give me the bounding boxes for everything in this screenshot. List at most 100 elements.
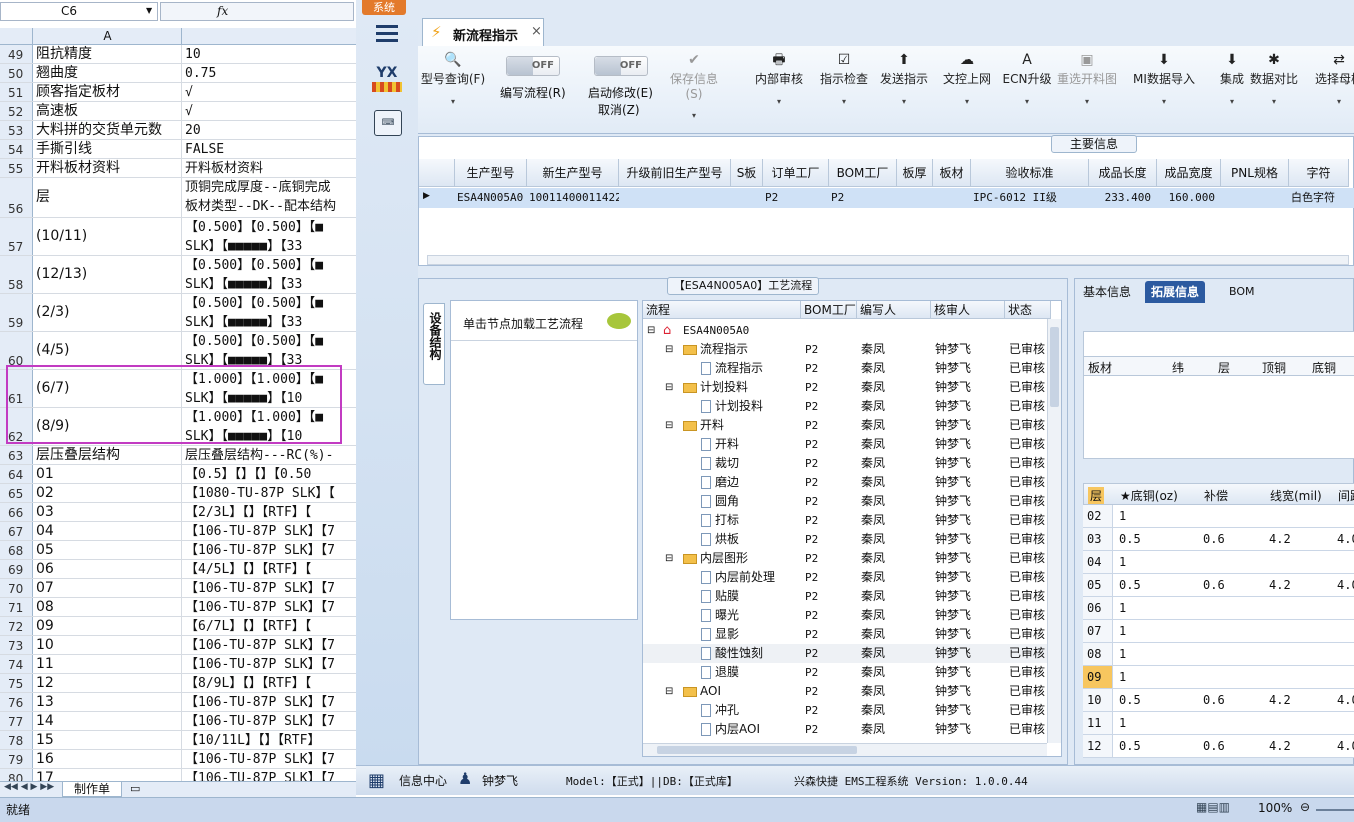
tree-row[interactable]: 裁切 P2 秦凤 钟梦飞 已审核 [643,454,1047,473]
tree-row[interactable]: 显影 P2 秦凤 钟梦飞 已审核 [643,625,1047,644]
cell-b[interactable]: 【4/5L】【】【RTF】【 [183,560,355,578]
material-header-cell[interactable]: 纬 [1172,359,1184,376]
tree-row[interactable]: ⊟ 开料 P2 秦凤 钟梦飞 已审核 [643,416,1047,435]
grid-cell[interactable]: ESA4N005A0 [457,188,527,208]
grid-cell[interactable]: 233.400 [1091,188,1157,208]
tree-row[interactable]: 曝光 P2 秦凤 钟梦飞 已审核 [643,606,1047,625]
grid-header-cell[interactable]: 板材 [933,159,971,187]
cell-a[interactable]: 13 [34,693,182,711]
side-vtab-structure[interactable]: 设备结构 [423,303,445,385]
info-center-link[interactable]: 信息中心 [399,772,447,789]
grid-header-cell[interactable]: 升级前旧生产型号 [619,159,731,187]
material-grid[interactable]: 板材 纬 层 顶铜 底铜 [1083,331,1354,459]
cell-b[interactable]: 【106-TU-87P SLK】【7 [183,769,355,781]
view-buttons-icon[interactable]: ▦▤▥ [1196,800,1230,814]
tree-row[interactable]: 打标 P2 秦凤 钟梦飞 已审核 [643,511,1047,530]
row-number[interactable]: 75 [0,674,33,692]
row-number[interactable]: 65 [0,484,33,502]
cell-a[interactable]: 阻抗精度 [34,45,182,63]
row-number[interactable]: 76 [0,693,33,711]
row-number[interactable]: 57 [0,218,33,255]
row-number[interactable]: 54 [0,140,33,158]
tree-header-cell[interactable]: 状态 [1005,301,1051,319]
tree-row[interactable]: ⊟ 内层图形 P2 秦凤 钟梦飞 已审核 [643,549,1047,568]
layer-header-cell[interactable]: 层 [1088,487,1105,504]
dropdown-arrow-icon[interactable]: ▾ [813,97,875,106]
cloud-upload-button[interactable]: ☁ 文控上网 ▾ [936,46,998,116]
layer-row[interactable]: 04 1 [1083,551,1354,574]
grid-cell[interactable] [733,188,763,208]
layer-header-cell[interactable]: 线宽(mil) [1270,487,1322,504]
layer-row[interactable]: 02 1 [1083,505,1354,528]
grid-header-cell[interactable]: PNL规格 [1221,159,1289,187]
tree-row[interactable]: 贴膜 P2 秦凤 钟梦飞 已审核 [643,587,1047,606]
grid-header-cell[interactable]: 成品长度 [1089,159,1157,187]
cell-a[interactable]: 高速板 [34,102,182,120]
cell-a[interactable]: 16 [34,750,182,768]
cell-a[interactable]: 17 [34,769,182,781]
column-header-a[interactable]: A [34,28,182,45]
cell-b[interactable]: 【106-TU-87P SLK】【7 [183,750,355,768]
printer-button[interactable]: 🖶 内部审核 ▾ [748,46,810,116]
cell-a[interactable]: (2/3) [34,294,182,331]
row-number[interactable]: 74 [0,655,33,673]
tree-header-cell[interactable]: 编写人 [857,301,931,319]
row-number[interactable]: 66 [0,503,33,521]
layer-row[interactable]: 06 1 [1083,597,1354,620]
layer-header-cell[interactable]: 补偿 [1204,487,1228,504]
download-button[interactable]: ⬇ MI数据导入 ▾ [1128,46,1200,116]
cell-a[interactable]: (12/13) [34,256,182,293]
tree-row[interactable]: 圆角 P2 秦凤 钟梦飞 已审核 [643,492,1047,511]
row-number[interactable]: 64 [0,465,33,483]
grid-cell[interactable]: P2 [831,188,897,208]
tree-row[interactable]: 计划投料 P2 秦凤 钟梦飞 已审核 [643,397,1047,416]
tree-row[interactable]: ⊟ 流程指示 P2 秦凤 钟梦飞 已审核 [643,340,1047,359]
collapse-icon[interactable]: ⊟ [665,682,673,701]
calculator-icon[interactable]: ⌨ [374,110,402,136]
grid-cell[interactable] [621,188,731,208]
grid-header-cell[interactable]: 字符 [1289,159,1349,187]
dropdown-arrow-icon[interactable]: ▾ [996,97,1058,106]
row-number[interactable]: 79 [0,750,33,768]
grid-cell[interactable]: P2 [765,188,829,208]
fx-icon[interactable]: fx [217,4,228,18]
cell-b[interactable]: 【106-TU-87P SLK】【7 [183,693,355,711]
row-number[interactable]: 78 [0,731,33,749]
row-number[interactable]: 60 [0,332,33,369]
layer-row[interactable]: 11 1 [1083,712,1354,735]
dropdown-arrow-icon[interactable]: ▾ [1243,97,1305,106]
cell-a[interactable]: 顾客指定板材 [34,83,182,101]
grid-cell[interactable] [1223,188,1289,208]
sheet-nav-arrows-icon[interactable]: ◀◀ ◀ ▶ ▶▶ [4,782,54,792]
tree-row[interactable]: 流程指示 P2 秦凤 钟梦飞 已审核 [643,359,1047,378]
apps-grid-icon[interactable]: ▦ [368,770,385,791]
dropdown-arrow-icon[interactable]: ▾ [1308,97,1354,106]
checkbox-button[interactable]: ☑ 指示检查 ▾ [813,46,875,116]
row-number[interactable]: 71 [0,598,33,616]
cell-b[interactable]: 20 [183,121,355,139]
grid-cell[interactable]: 10011400011422 [529,188,619,208]
grid-header-cell[interactable]: S板 [731,159,763,187]
tree-row[interactable]: 内层AOI P2 秦凤 钟梦飞 已审核 [643,720,1047,739]
cell-b[interactable]: √ [183,83,355,101]
grid-header-cell[interactable]: 生产型号 [455,159,527,187]
cell-b[interactable]: 【1080-TU-87P SLK】【 [183,484,355,502]
row-number[interactable]: 73 [0,636,33,654]
cell-b[interactable]: 【0.500】【0.500】【■ SLK】【■■■■■】【33 [183,256,355,293]
cell-a[interactable]: (10/11) [34,218,182,255]
grid-header-cell[interactable]: 成品宽度 [1157,159,1221,187]
material-header-cell[interactable]: 层 [1218,359,1230,376]
row-number[interactable]: 56 [0,178,33,217]
main-info-grid[interactable]: 主要信息 生产型号 新生产型号 升级前旧生产型号 S板 订单工厂 BOM工厂 板厚 板材 验收标… [418,135,1354,266]
cell-a[interactable]: 06 [34,560,182,578]
cell-a[interactable]: 09 [34,617,182,635]
cell-a[interactable]: 大料拼的交货单元数 [34,121,182,139]
cell-b[interactable]: 0.75 [183,64,355,82]
shuffle-button[interactable]: ⇄ 选择母模 ▾ [1308,46,1354,116]
cell-a[interactable]: 翘曲度 [34,64,182,82]
tree-header-cell[interactable]: 流程 [643,301,801,319]
cell-b[interactable]: 【106-TU-87P SLK】【7 [183,636,355,654]
cell-b[interactable]: 顶铜完成厚度--底铜完成 板材类型--DK--配本结构 [183,178,355,217]
grid-cell[interactable]: 160.000 [1159,188,1221,208]
cell-b[interactable]: 层压叠层结构---RC(%)- [183,446,355,464]
